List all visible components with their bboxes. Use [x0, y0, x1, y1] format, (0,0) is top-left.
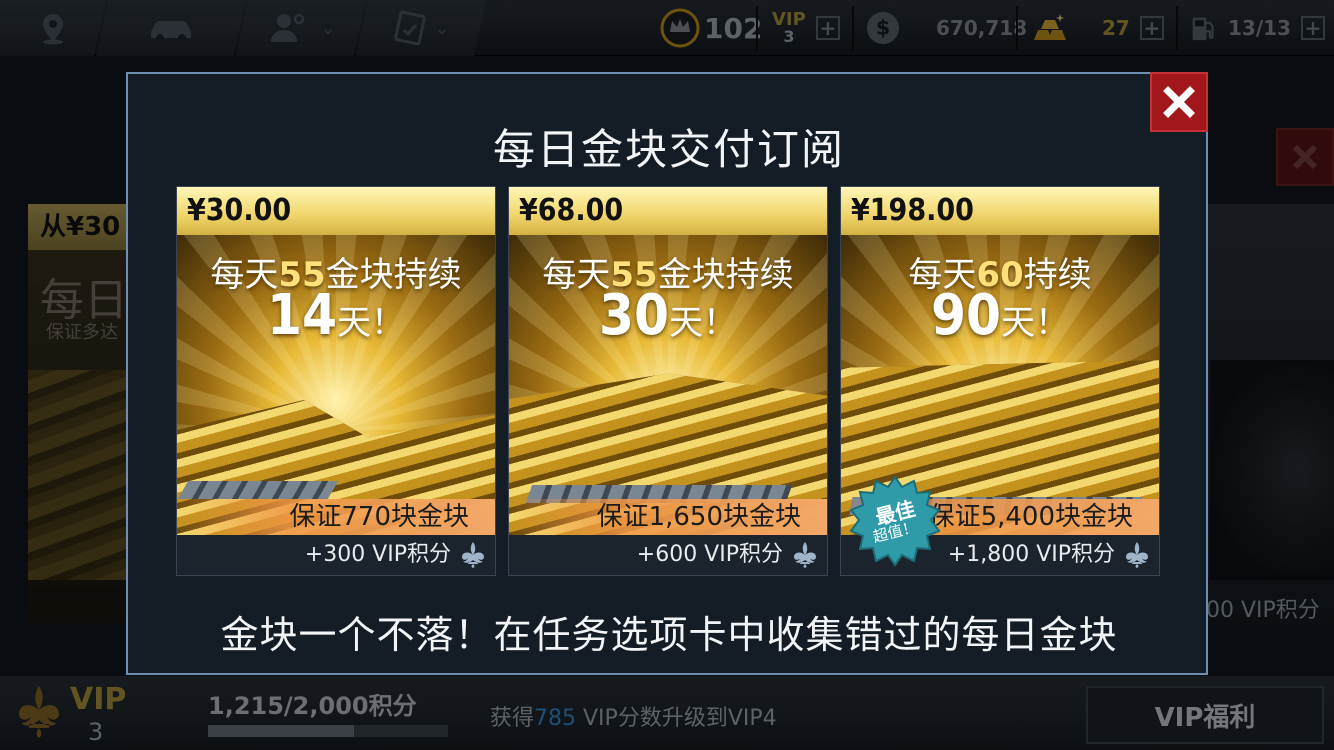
offer-vip-points: +300 VIP积分	[177, 535, 495, 575]
gold-art: 每天55金块持续 14天！	[177, 235, 495, 535]
offer-card-30-days[interactable]: 每天55金块持续 30天！ ¥68.00 保证1,650块金块 +600 VIP…	[508, 186, 828, 576]
modal-footer-text: 金块一个不落！在任务选项卡中收集错过的每日金块	[220, 613, 1118, 657]
offer-vip-points: +600 VIP积分	[509, 535, 827, 575]
fleur-de-lis-icon	[462, 542, 484, 568]
offer-card-90-days[interactable]: 每天60持续 90天！ ¥198.00 保证5,400块金块 +1,800 VI…	[840, 186, 1160, 576]
fleur-de-lis-icon	[794, 542, 816, 568]
close-button[interactable]	[1150, 72, 1208, 132]
gold-art: 每天55金块持续 30天！	[509, 235, 827, 535]
fleur-de-lis-icon	[1126, 542, 1148, 568]
offer-price: ¥198.00	[841, 187, 1159, 235]
offer-duration: 30天！	[598, 283, 738, 348]
offer-guarantee: 保证770块金块	[177, 499, 495, 535]
offer-duration: 90天！	[930, 283, 1070, 348]
offer-guarantee: 保证1,650块金块	[509, 499, 827, 535]
offer-duration: 14天！	[266, 283, 406, 348]
offer-price: ¥30.00	[177, 187, 495, 235]
modal-title: 每日金块交付订阅	[492, 125, 845, 174]
close-icon	[1163, 86, 1195, 118]
offer-card-14-days[interactable]: 每天55金块持续 14天！ ¥30.00 保证770块金块 +300 VIP积分	[176, 186, 496, 576]
best-value-badge: 最佳 超值！	[849, 475, 941, 567]
offer-price: ¥68.00	[509, 187, 827, 235]
subscription-modal: 每日金块交付订阅 每天55金块持续 14天！ ¥30.00 保证770块金块 +…	[126, 72, 1208, 675]
